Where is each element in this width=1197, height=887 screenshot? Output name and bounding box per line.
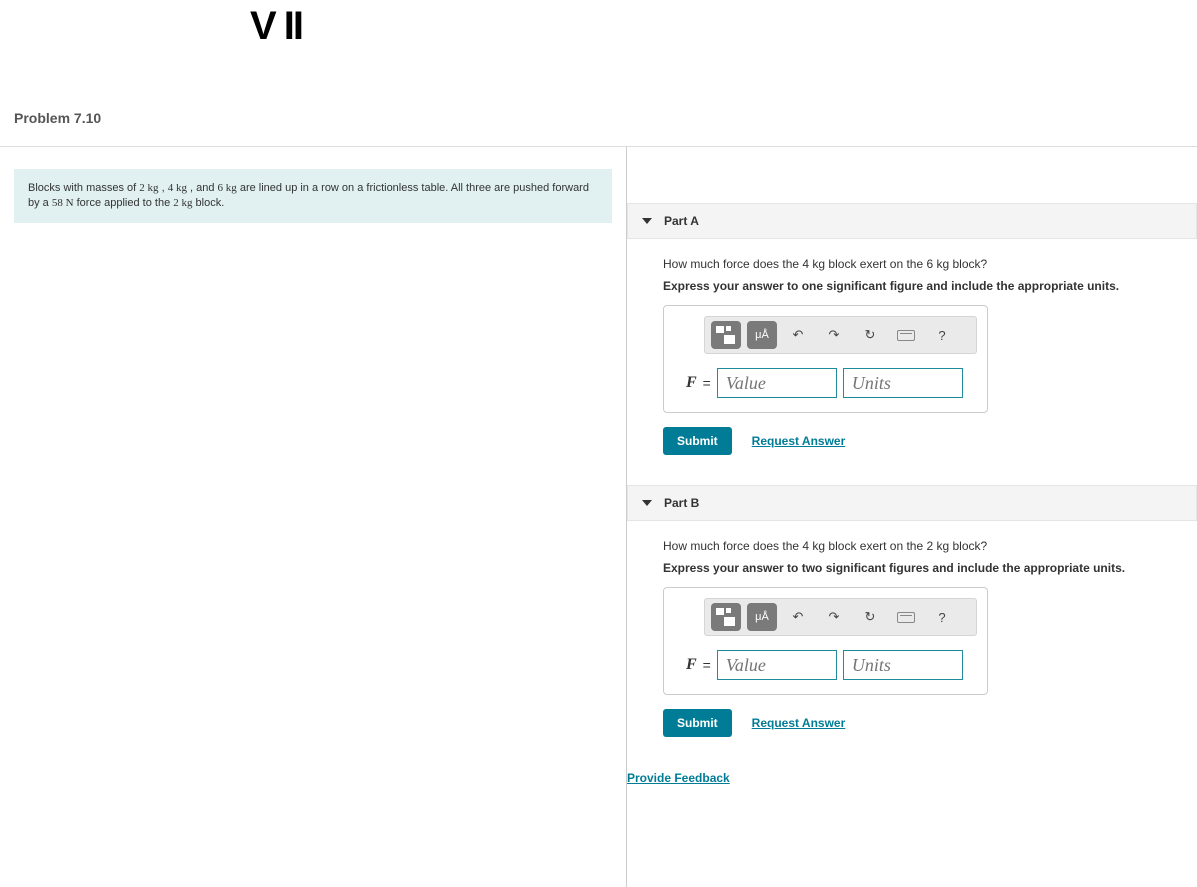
redo-icon[interactable]: ↷ [819,603,849,631]
equation-row: F = [674,650,977,680]
keyboard-icon[interactable] [891,603,921,631]
part-a-label: Part A [664,214,699,228]
text: How much force does the [663,257,802,271]
reset-icon[interactable]: ↻ [855,603,885,631]
units-input[interactable] [843,650,963,680]
part-b-body: How much force does the 4 kg block exert… [627,539,1197,737]
text: block. [193,197,225,209]
undo-icon[interactable]: ↶ [783,603,813,631]
handwritten-annotation: V II [250,4,302,49]
special-chars-button[interactable]: μÅ [747,603,777,631]
text: block exert on the [825,257,926,271]
keyboard-icon[interactable] [891,321,921,349]
equation-row: F = [674,368,977,398]
special-chars-button[interactable]: μÅ [747,321,777,349]
provide-feedback-link[interactable]: Provide Feedback [627,771,730,785]
text: Blocks with masses of [28,182,139,194]
problem-title: Problem 7.10 [0,95,1197,147]
text: , [159,182,168,194]
force-value: 58 N [52,197,74,209]
equation-symbol: F [686,656,697,674]
part-a-body: How much force does the 4 kg block exert… [627,257,1197,455]
undo-icon[interactable]: ↶ [783,321,813,349]
text: How much force does the [663,539,802,553]
part-a-instruction: Express your answer to one significant f… [663,279,1197,293]
value-input[interactable] [717,650,837,680]
part-b-header[interactable]: Part B [627,485,1197,521]
text: 4 kg [802,539,825,553]
text: force applied to the [74,197,174,209]
submit-button[interactable]: Submit [663,427,732,455]
submit-button[interactable]: Submit [663,709,732,737]
right-column: Part A How much force does the 4 kg bloc… [627,147,1197,887]
part-b-label: Part B [664,496,699,510]
text: 2 kg [926,539,949,553]
request-answer-link[interactable]: Request Answer [752,716,846,730]
part-b-question: How much force does the 4 kg block exert… [663,539,1197,553]
units-input[interactable] [843,368,963,398]
part-a-question: How much force does the 4 kg block exert… [663,257,1197,271]
text: block? [949,257,987,271]
mass-4: 2 kg [173,197,192,209]
fraction-icon[interactable] [711,321,741,349]
part-b-instruction: Express your answer to two significant f… [663,561,1197,575]
text: block? [949,539,987,553]
equation-symbol: F [686,374,697,392]
reset-icon[interactable]: ↻ [855,321,885,349]
redo-icon[interactable]: ↷ [819,321,849,349]
caret-down-icon [642,218,652,224]
fraction-icon[interactable] [711,603,741,631]
mass-2: 4 kg [168,182,187,194]
text: block exert on the [825,539,926,553]
problem-statement: Blocks with masses of 2 kg , 4 kg , and … [14,169,612,223]
equals-sign: = [703,375,711,391]
text: 4 kg [802,257,825,271]
part-a-header[interactable]: Part A [627,203,1197,239]
help-icon[interactable]: ? [927,603,957,631]
left-column: Blocks with masses of 2 kg , 4 kg , and … [0,147,627,887]
part-a-answer-panel: μÅ ↶ ↷ ↻ ? F = [663,305,988,413]
mass-1: 2 kg [139,182,158,194]
equals-sign: = [703,657,711,673]
part-b-answer-panel: μÅ ↶ ↷ ↻ ? F = [663,587,988,695]
text: , and [187,182,218,194]
value-input[interactable] [717,368,837,398]
request-answer-link[interactable]: Request Answer [752,434,846,448]
equation-toolbar: μÅ ↶ ↷ ↻ ? [704,598,977,636]
mass-3: 6 kg [218,182,237,194]
equation-toolbar: μÅ ↶ ↷ ↻ ? [704,316,977,354]
caret-down-icon [642,500,652,506]
text: 6 kg [926,257,949,271]
help-icon[interactable]: ? [927,321,957,349]
